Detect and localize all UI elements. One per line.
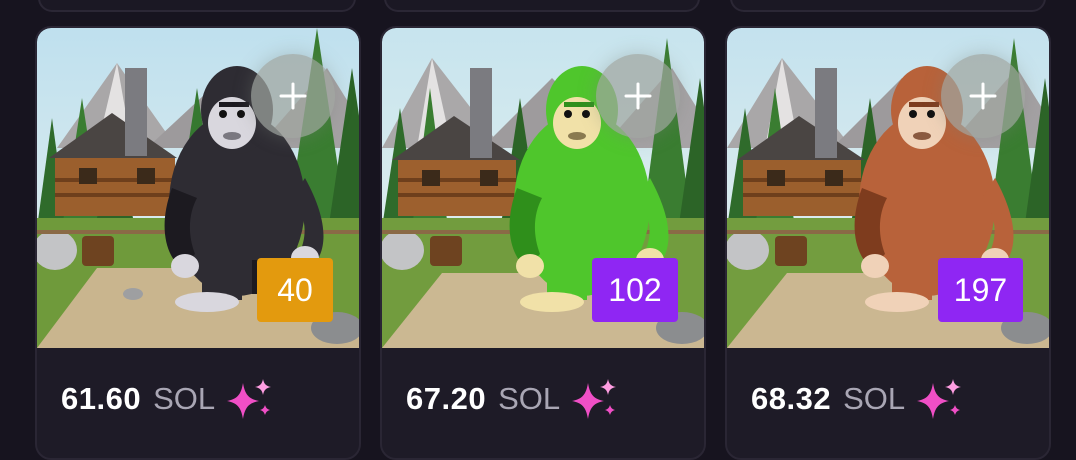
add-to-cart-button[interactable] <box>251 54 335 138</box>
nft-card[interactable]: 197 68.32 SOL <box>725 26 1051 460</box>
sparkles-icon <box>572 379 617 419</box>
previous-row-card-edge <box>384 0 700 12</box>
sparkles-icon <box>227 379 272 419</box>
rank-badge: 102 <box>592 258 678 322</box>
plus-icon <box>624 82 652 110</box>
price-currency: SOL <box>153 381 216 416</box>
rank-badge: 40 <box>257 258 333 322</box>
plus-icon <box>969 82 997 110</box>
price-currency: SOL <box>498 381 561 416</box>
plus-icon <box>279 82 307 110</box>
nft-image: 197 <box>727 28 1049 348</box>
nft-image: 40 <box>37 28 359 348</box>
price-row: 67.20 SOL <box>406 374 617 424</box>
price-value: 61.60 <box>61 381 142 416</box>
nft-image: 102 <box>382 28 704 348</box>
add-to-cart-button[interactable] <box>941 54 1025 138</box>
nft-card[interactable]: 102 67.20 SOL <box>380 26 706 460</box>
add-to-cart-button[interactable] <box>596 54 680 138</box>
previous-row-card-edge <box>38 0 356 12</box>
rank-badge: 197 <box>938 258 1023 322</box>
sparkles-icon <box>917 379 962 419</box>
price-value: 67.20 <box>406 381 487 416</box>
price-currency: SOL <box>843 381 906 416</box>
price-value: 68.32 <box>751 381 832 416</box>
price-row: 61.60 SOL <box>61 374 272 424</box>
price-row: 68.32 SOL <box>751 374 962 424</box>
nft-card[interactable]: 40 61.60 SOL <box>35 26 361 460</box>
previous-row-card-edge <box>730 0 1046 12</box>
